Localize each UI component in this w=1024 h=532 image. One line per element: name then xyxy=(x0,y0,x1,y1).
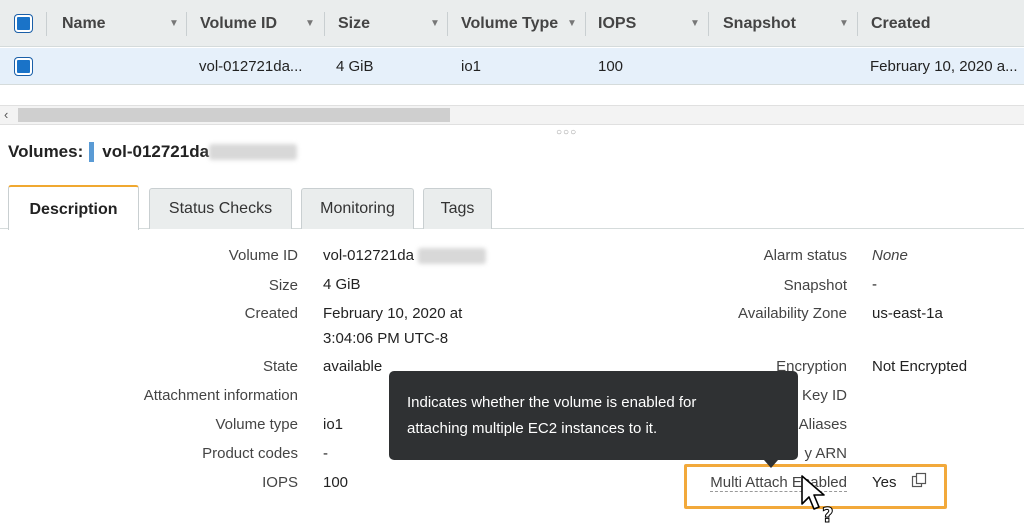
redacted-text xyxy=(418,248,487,265)
column-label: Snapshot xyxy=(723,15,796,32)
detail-title: Volumes: vol-012721da xyxy=(8,142,298,162)
column-divider xyxy=(857,12,858,36)
field-label-state: State xyxy=(262,358,298,375)
field-value-iops: 100 xyxy=(323,474,349,491)
column-label: Volume Type xyxy=(461,15,559,32)
sort-caret-icon[interactable]: ▼ xyxy=(690,0,700,47)
select-all-checkbox[interactable] xyxy=(15,15,32,32)
cell-size: 4 GiB xyxy=(336,58,374,75)
column-header-iops[interactable]: IOPS ▼ xyxy=(598,0,706,47)
field-value-size: 4 GiB xyxy=(323,276,361,293)
detail-tabs: Description Status Checks Monitoring Tag… xyxy=(0,185,1024,230)
field-label-availability-zone: Availability Zone xyxy=(738,305,847,322)
sort-caret-icon[interactable]: ▼ xyxy=(305,0,315,47)
svg-text:?: ? xyxy=(822,503,834,524)
field-label-iops: IOPS xyxy=(262,474,298,491)
column-header-created[interactable]: Created xyxy=(871,0,1021,47)
field-value-volume-id: vol-012721da xyxy=(323,243,487,268)
table-header: Name ▼ Volume ID ▼ Size ▼ Volume Type ▼ … xyxy=(0,0,1024,47)
column-label: Name xyxy=(62,15,106,32)
column-divider xyxy=(585,12,586,36)
column-label: Size xyxy=(338,15,371,32)
column-divider xyxy=(186,12,187,36)
column-divider xyxy=(46,12,47,36)
volume-color-indicator xyxy=(89,142,95,162)
scroll-left-icon[interactable]: ‹ xyxy=(4,106,8,124)
field-value-snapshot[interactable]: - xyxy=(872,272,877,297)
column-label: IOPS xyxy=(598,15,637,32)
scrollbar-thumb[interactable] xyxy=(18,108,450,122)
row-checkbox[interactable] xyxy=(15,58,32,75)
table-row[interactable]: vol-012721da... 4 GiB io1 100 February 1… xyxy=(0,48,1024,85)
sort-caret-icon[interactable]: ▼ xyxy=(169,0,179,47)
field-value-created-line2: 3:04:06 PM UTC-8 xyxy=(323,330,449,347)
column-label: Volume ID xyxy=(200,15,278,32)
field-label-volume-id: Volume ID xyxy=(228,247,298,264)
field-label-created: Created xyxy=(244,305,298,322)
detail-title-volume-id: vol-012721da xyxy=(102,142,210,161)
tooltip: Indicates whether the volume is enabled … xyxy=(389,371,798,460)
help-cursor-icon: ? xyxy=(800,474,840,529)
detail-title-prefix: Volumes: xyxy=(8,142,84,161)
field-value-encryption: Not Encrypted xyxy=(872,358,968,375)
field-value-state: available xyxy=(323,358,383,375)
column-divider xyxy=(708,12,709,36)
sort-caret-icon[interactable]: ▼ xyxy=(839,0,849,47)
field-label-product-codes: Product codes xyxy=(202,445,298,462)
field-value-product-codes: - xyxy=(323,445,328,462)
field-value-availability-zone: us-east-1a xyxy=(872,305,943,322)
column-header-volume-id[interactable]: Volume ID ▼ xyxy=(200,0,322,47)
field-value-alarm-status: None xyxy=(872,247,908,264)
redacted-text xyxy=(209,144,298,160)
field-label-alarm-status: Alarm status xyxy=(763,247,847,264)
cell-volume-type: io1 xyxy=(461,58,482,75)
cell-iops: 100 xyxy=(598,58,624,75)
field-label-attachment: Attachment information xyxy=(143,387,298,404)
field-label-volume-type: Volume type xyxy=(215,416,298,433)
field-value-volume-type: io1 xyxy=(323,416,344,433)
tab-monitoring[interactable]: Monitoring xyxy=(301,188,414,229)
tab-status-checks[interactable]: Status Checks xyxy=(149,188,292,229)
sort-caret-icon[interactable]: ▼ xyxy=(430,0,440,47)
horizontal-scrollbar[interactable]: ‹ xyxy=(0,105,1024,125)
field-label-size: Size xyxy=(268,277,298,294)
field-label-kms-arn: y ARN xyxy=(804,445,847,462)
field-label-kms-key-id: Key ID xyxy=(801,387,847,404)
tooltip-line-1: Indicates whether the volume is enabled … xyxy=(407,394,697,411)
cell-volume-id: vol-012721da... xyxy=(199,58,303,75)
tab-description[interactable]: Description xyxy=(8,185,139,230)
column-divider xyxy=(447,12,448,36)
tab-tags[interactable]: Tags xyxy=(423,188,492,229)
column-header-size[interactable]: Size ▼ xyxy=(338,0,446,47)
sort-caret-icon[interactable]: ▼ xyxy=(567,0,577,47)
tooltip-arrow xyxy=(764,460,778,468)
field-label-kms-aliases: Aliases xyxy=(798,416,847,433)
column-header-volume-type[interactable]: Volume Type ▼ xyxy=(461,0,583,47)
tooltip-line-2: attaching multiple EC2 instances to it. xyxy=(407,420,658,437)
pane-resize-handle-icon[interactable]: ○○○ xyxy=(556,127,577,138)
column-header-name[interactable]: Name ▼ xyxy=(62,0,184,47)
column-label: Created xyxy=(871,15,931,32)
volume-id-text: vol-012721da xyxy=(323,247,414,264)
field-label-snapshot: Snapshot xyxy=(783,277,847,294)
column-header-snapshot[interactable]: Snapshot ▼ xyxy=(723,0,855,47)
cell-created: February 10, 2020 a... xyxy=(870,58,1018,75)
field-value-created-line1: February 10, 2020 at xyxy=(323,305,463,322)
column-divider xyxy=(324,12,325,36)
